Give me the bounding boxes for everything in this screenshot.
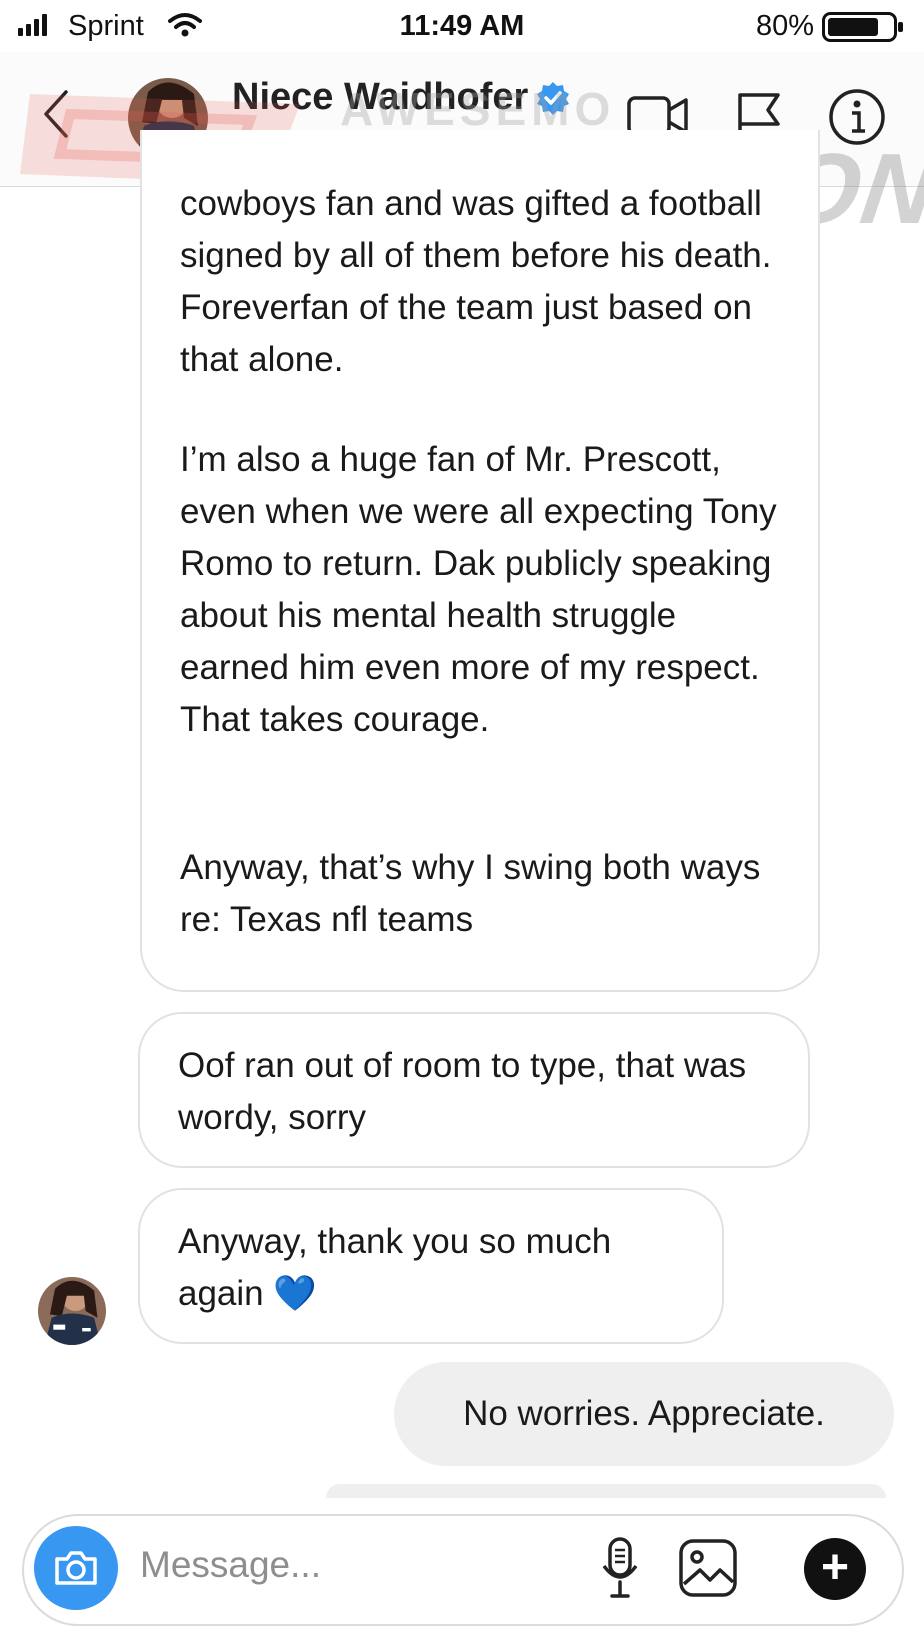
info-icon[interactable] — [828, 88, 886, 146]
camera-button[interactable] — [34, 1526, 118, 1610]
camera-icon — [55, 1551, 97, 1585]
received-message-bubble[interactable]: cowboys fan and was gifted a football si… — [140, 130, 820, 992]
message-text-part2: I’m also a huge fan of Mr. Prescott, eve… — [180, 440, 777, 739]
contact-name[interactable]: Niece Waidhofer — [232, 76, 570, 119]
received-message-bubble[interactable]: Oof ran out of room to type, that was wo… — [138, 1012, 810, 1168]
battery-percent: 80% — [755, 10, 814, 42]
next-message-edge — [326, 1484, 886, 1498]
sent-message-bubble[interactable]: No worries. Appreciate. — [394, 1362, 894, 1466]
battery-icon — [822, 12, 903, 42]
sender-avatar[interactable] — [38, 1277, 106, 1345]
contact-name-text: Niece Waidhofer — [232, 76, 529, 118]
gallery-icon[interactable] — [678, 1538, 738, 1598]
message-composer: Message... + — [22, 1514, 904, 1626]
message-input[interactable]: Message... — [140, 1544, 321, 1586]
message-text: Anyway, thank you so much again 💙 — [178, 1222, 612, 1313]
status-bar: Sprint 11:49 AM 80% — [0, 0, 924, 52]
message-text-part3: Anyway, that’s why I swing both ways re:… — [180, 848, 761, 939]
back-chevron-icon[interactable] — [40, 88, 70, 140]
verified-badge-icon — [537, 81, 570, 115]
plus-icon[interactable]: + — [804, 1538, 866, 1600]
message-text: Oof ran out of room to type, that was wo… — [178, 1046, 747, 1137]
received-message-bubble[interactable]: Anyway, thank you so much again 💙 — [138, 1188, 724, 1344]
message-text-part1: cowboys fan and was gifted a football si… — [180, 184, 772, 379]
microphone-icon[interactable] — [600, 1536, 640, 1600]
